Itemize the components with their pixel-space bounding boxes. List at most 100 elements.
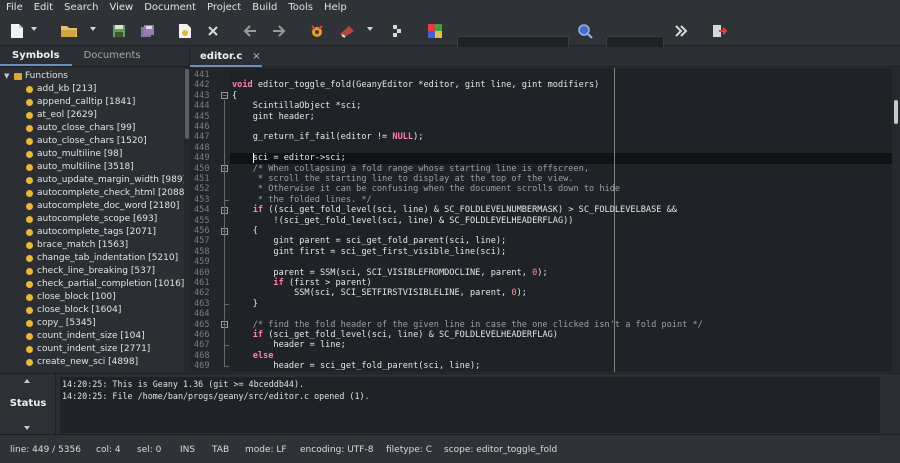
symbol-label: autocomplete_check_html [2088] — [37, 188, 188, 198]
symbol-label: auto_update_margin_width [989] — [37, 175, 187, 185]
tab-symbols[interactable]: Symbols — [0, 46, 72, 66]
symbol-item[interactable]: autocomplete_check_html [2088] — [0, 187, 188, 200]
line-number: 454 — [194, 205, 210, 216]
symbol-item[interactable]: change_tab_indentation [5210] — [0, 252, 183, 265]
compile-icon[interactable] — [308, 22, 326, 40]
symbol-label: auto_multiline [3518] — [37, 162, 134, 172]
fold-guide — [224, 99, 225, 367]
line-number: 451 — [194, 174, 210, 184]
symbol-item[interactable]: check_line_breaking [537] — [0, 265, 183, 278]
symbol-item[interactable]: create_new_sci [4898] — [0, 356, 183, 369]
build-icon[interactable] — [338, 22, 356, 40]
symbol-item[interactable]: append_calltip [1841] — [0, 96, 183, 109]
symbol-item[interactable]: add_kb [213] — [0, 83, 183, 96]
function-icon — [26, 151, 33, 158]
menu-help[interactable]: Help — [324, 0, 347, 16]
line-number: 468 — [194, 350, 210, 361]
text-cursor — [252, 153, 254, 164]
symbol-item[interactable]: auto_multiline [3518] — [0, 161, 183, 174]
menu-edit[interactable]: Edit — [34, 0, 53, 16]
menu-file[interactable]: File — [6, 0, 23, 16]
quit-icon[interactable] — [710, 22, 728, 40]
jump-icon[interactable] — [672, 22, 690, 40]
line-number: 460 — [194, 267, 210, 278]
symbol-item[interactable]: autocomplete_doc_word [2180] — [0, 200, 183, 213]
save-icon[interactable] — [110, 22, 128, 40]
function-icon — [26, 99, 33, 106]
menu-document[interactable]: Document — [144, 0, 196, 16]
menu-view[interactable]: View — [109, 0, 133, 16]
code-line: g_return_if_fail(editor != NULL); — [232, 132, 424, 143]
color-chooser-icon[interactable] — [426, 22, 444, 40]
tab-editor-c[interactable]: editor.c × — [190, 47, 262, 67]
code-editor[interactable]: void editor_toggle_fold(GeanyEditor *edi… — [190, 68, 900, 372]
find-icon[interactable] — [576, 22, 594, 40]
message-window: Status 14:20:25: This is Geany 1.36 (git… — [0, 373, 900, 435]
fold-toggle-icon[interactable]: − — [221, 92, 228, 100]
symbol-item[interactable]: auto_update_margin_width [989] — [0, 174, 187, 187]
back-icon[interactable] — [241, 22, 259, 40]
sidebar-scroll-thumb[interactable] — [185, 69, 189, 139]
open-file-icon[interactable] — [60, 22, 78, 40]
symbol-item[interactable]: autocomplete_tags [2071] — [0, 226, 183, 239]
symbol-item[interactable]: brace_match [1563] — [0, 239, 183, 252]
symbol-item[interactable]: copy_ [5345] — [0, 317, 183, 330]
tab-scroll-up-icon[interactable] — [24, 379, 30, 383]
symbol-item[interactable]: auto_close_chars [1520] — [0, 135, 183, 148]
line-number: 466 — [194, 330, 210, 340]
symbol-item[interactable]: auto_close_chars [99] — [0, 122, 183, 135]
status-log[interactable]: 14:20:25: This is Geany 1.36 (git >= 4bc… — [60, 377, 880, 433]
function-icon — [26, 281, 33, 288]
line-number: 464 — [194, 309, 210, 320]
code-line: /* When collapsing a fold range whose st… — [232, 163, 589, 174]
new-file-icon[interactable] — [8, 22, 26, 40]
menu-search[interactable]: Search — [64, 0, 98, 16]
build-dropdown-icon[interactable] — [367, 27, 373, 31]
sidebar: Symbols Documents ▼ Functions add_kb [21… — [0, 47, 190, 372]
new-file-dropdown-icon[interactable] — [31, 27, 37, 31]
tab-close-icon[interactable]: × — [252, 51, 260, 62]
folder-icon — [14, 73, 22, 80]
code-line: void editor_toggle_fold(GeanyEditor *edi… — [232, 80, 600, 91]
code-line: /* find the fold header of the given lin… — [232, 319, 703, 330]
run-icon[interactable] — [388, 22, 406, 40]
menu-tools[interactable]: Tools — [288, 0, 313, 16]
menu-build[interactable]: Build — [252, 0, 277, 16]
expand-icon[interactable]: ▼ — [4, 70, 14, 83]
forward-icon[interactable] — [270, 22, 288, 40]
close-icon[interactable] — [204, 22, 222, 40]
function-icon — [26, 320, 33, 327]
code-scrollbar[interactable] — [892, 68, 900, 372]
line-number: 463 — [194, 298, 210, 309]
code-line: ScintillaObject *sci; — [232, 101, 362, 112]
symbol-item[interactable]: auto_multiline [98] — [0, 148, 183, 161]
save-all-icon[interactable] — [139, 22, 157, 40]
symbol-label: close_block [100] — [37, 292, 116, 302]
tab-documents[interactable]: Documents — [72, 46, 153, 66]
symbol-label: autocomplete_tags [2071] — [37, 227, 157, 237]
symbol-item[interactable]: at_eol [2629] — [0, 109, 183, 122]
code-line: !(sci_get_fold_level(sci, line) & SC_FOL… — [232, 215, 574, 226]
symbol-label: count_indent_size [104] — [37, 331, 145, 341]
line-number: 459 — [194, 257, 210, 268]
symbol-item[interactable]: autocomplete_scope [693] — [0, 213, 183, 226]
function-icon — [26, 346, 33, 353]
function-icon — [26, 177, 33, 184]
fold-end-mark — [224, 199, 229, 201]
function-icon — [26, 307, 33, 314]
symbol-label: change_tab_indentation [5210] — [37, 253, 179, 263]
symbol-item[interactable]: count_indent_size [2771] — [0, 343, 183, 356]
menu-project[interactable]: Project — [207, 0, 241, 16]
symbol-item[interactable]: close_block [1604] — [0, 304, 183, 317]
revert-icon[interactable] — [176, 22, 194, 40]
open-file-dropdown-icon[interactable] — [90, 27, 96, 31]
tab-scroll-down-icon[interactable] — [24, 426, 30, 430]
tree-root-functions[interactable]: ▼ Functions — [0, 70, 183, 83]
line-number: 453 — [194, 194, 210, 205]
line-number: 448 — [194, 142, 210, 153]
symbol-item[interactable]: count_indent_size [104] — [0, 330, 183, 343]
symbol-item[interactable]: close_block [100] — [0, 291, 183, 304]
tab-status[interactable]: Status — [0, 398, 56, 409]
symbol-item[interactable]: check_partial_completion [1016] — [0, 278, 184, 291]
code-scroll-thumb[interactable] — [894, 100, 898, 124]
